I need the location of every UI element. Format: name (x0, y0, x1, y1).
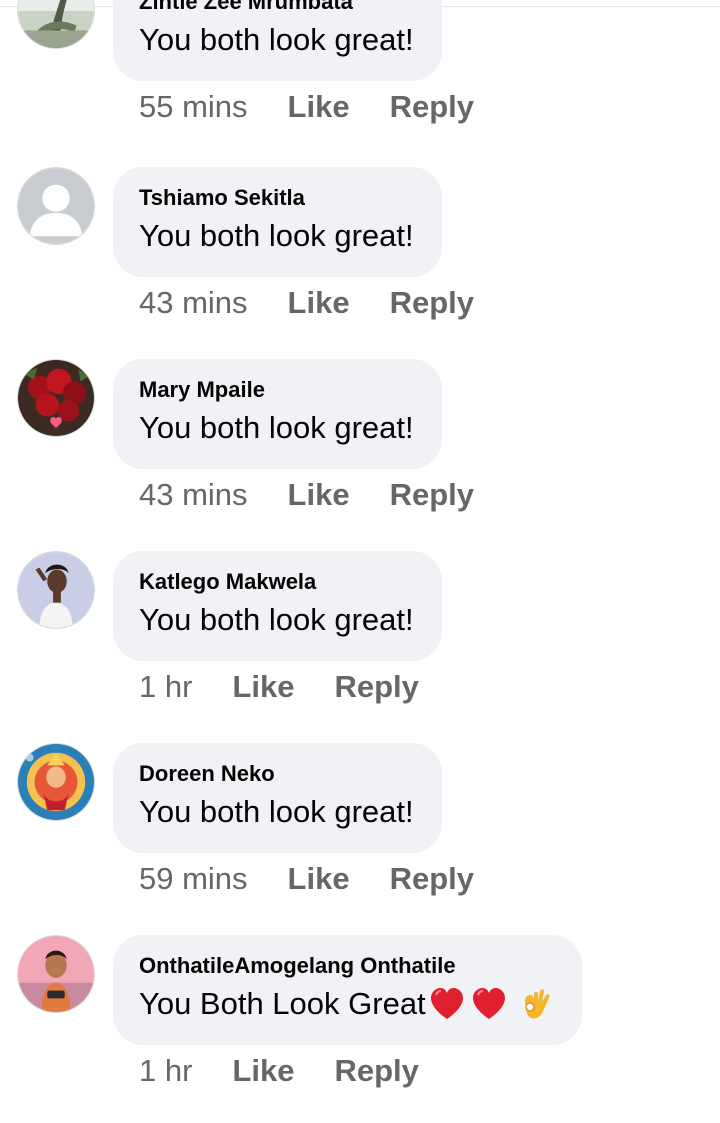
comment-bubble: Katlego Makwela You both look great! (113, 551, 442, 661)
comment-actions: 1 hr Like Reply (139, 1051, 419, 1091)
comment-text: You both look great! (139, 599, 414, 641)
photo-deity-avatar (18, 744, 94, 820)
ok-hand-icon (516, 985, 554, 1023)
avatar[interactable] (17, 551, 95, 629)
photo-person-avatar (18, 936, 94, 1012)
comment-author[interactable]: Tshiamo Sekitla (139, 185, 414, 211)
photo-plant-avatar (18, 0, 94, 48)
comment-time[interactable]: 59 mins (139, 861, 248, 897)
comment-actions: 1 hr Like Reply (139, 667, 419, 707)
like-button[interactable]: Like (288, 89, 350, 125)
comment-author[interactable]: Zintle Zee Mrumbata (139, 0, 414, 15)
comment-text: You both look great! (139, 407, 414, 449)
comment-actions: 55 mins Like Reply (139, 87, 474, 127)
red-heart-icon (428, 985, 466, 1023)
comment-text: You both look great! (139, 791, 414, 833)
reply-button[interactable]: Reply (390, 861, 474, 897)
comment-bubble: OnthatileAmogelang Onthatile You Both Lo… (113, 935, 582, 1045)
avatar[interactable] (17, 359, 95, 437)
comment-text-content: You Both Look Great (139, 986, 426, 1021)
comment-text-content: You both look great! (139, 218, 414, 253)
reply-button[interactable]: Reply (390, 477, 474, 513)
comments-page: Zintle Zee Mrumbata You both look great!… (0, 0, 720, 1123)
comment-text-content: You both look great! (139, 410, 414, 445)
photo-woman-avatar (18, 552, 94, 628)
comment-text-content: You both look great! (139, 602, 414, 637)
comment-item: Katlego Makwela You both look great! 1 h… (0, 551, 720, 743)
comment-item: Doreen Neko You both look great! 59 mins… (0, 743, 720, 935)
comment-bubble: Tshiamo Sekitla You both look great! (113, 167, 442, 277)
comment-actions: 43 mins Like Reply (139, 283, 474, 323)
reply-button[interactable]: Reply (390, 89, 474, 125)
avatar[interactable] (17, 0, 95, 49)
like-button[interactable]: Like (288, 285, 350, 321)
like-button[interactable]: Like (232, 1053, 294, 1089)
comment-author[interactable]: Katlego Makwela (139, 569, 414, 595)
comment-text: You both look great! (139, 19, 414, 61)
comment-text-content: You both look great! (139, 22, 414, 57)
comment-author[interactable]: OnthatileAmogelang Onthatile (139, 953, 554, 979)
avatar[interactable] (17, 167, 95, 245)
avatar[interactable] (17, 743, 95, 821)
comment-bubble: Doreen Neko You both look great! (113, 743, 442, 853)
comment-time[interactable]: 1 hr (139, 669, 192, 705)
avatar[interactable] (17, 935, 95, 1013)
comment-time[interactable]: 55 mins (139, 89, 248, 125)
reply-button[interactable]: Reply (390, 285, 474, 321)
comment-text: You both look great! (139, 215, 414, 257)
comment-time[interactable]: 43 mins (139, 477, 248, 513)
comment-text-content: You both look great! (139, 794, 414, 829)
like-button[interactable]: Like (288, 477, 350, 513)
like-button[interactable]: Like (288, 861, 350, 897)
like-button[interactable]: Like (232, 669, 294, 705)
comment-item: Zintle Zee Mrumbata You both look great!… (0, 0, 720, 163)
default-user-avatar (18, 168, 94, 244)
photo-roses-avatar (18, 360, 94, 436)
comment-author[interactable]: Mary Mpaile (139, 377, 414, 403)
reply-button[interactable]: Reply (334, 669, 418, 705)
comment-bubble: Zintle Zee Mrumbata You both look great! (113, 0, 442, 81)
comment-item: OnthatileAmogelang Onthatile You Both Lo… (0, 935, 720, 1123)
red-heart-icon (470, 985, 508, 1023)
comment-text: You Both Look Great (139, 983, 554, 1025)
comment-item: Mary Mpaile You both look great! 43 mins… (0, 359, 720, 551)
reply-button[interactable]: Reply (334, 1053, 418, 1089)
comment-author[interactable]: Doreen Neko (139, 761, 414, 787)
comment-bubble: Mary Mpaile You both look great! (113, 359, 442, 469)
comment-item: Tshiamo Sekitla You both look great! 43 … (0, 167, 720, 359)
comment-time[interactable]: 1 hr (139, 1053, 192, 1089)
comment-actions: 59 mins Like Reply (139, 859, 474, 899)
comment-actions: 43 mins Like Reply (139, 475, 474, 515)
comment-time[interactable]: 43 mins (139, 285, 248, 321)
